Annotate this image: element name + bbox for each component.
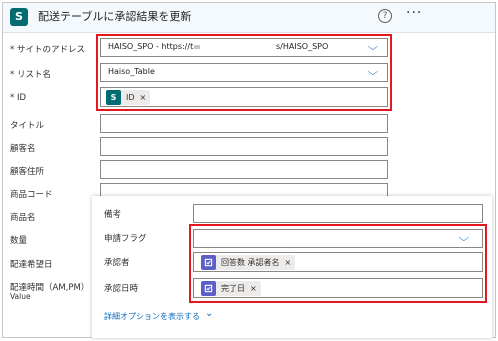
delivery-time-sub-label: Value [10,292,31,301]
action-title: 配送テーブルに承認結果を更新 [38,10,192,23]
remarks-label: 備考 [104,210,122,220]
site-address-label: * サイトのアドレス [10,45,85,55]
list-name-label: * リスト名 [10,70,51,80]
customer-name-label: 顧客名 [10,144,36,154]
approval-fields-highlight [189,224,487,303]
title-label: タイトル [10,121,45,131]
help-icon[interactable]: ? [378,9,392,23]
customer-address-input[interactable] [100,160,388,179]
sharepoint-icon: S [10,8,28,26]
more-options-icon[interactable]: ··· [406,5,422,21]
delivery-date-label: 配達希望日 [10,260,53,270]
approval-date-label: 承認日時 [104,284,139,294]
customer-name-input[interactable] [100,137,388,156]
request-flag-label: 申請フラグ [104,234,147,244]
customer-address-label: 顧客住所 [10,167,45,177]
approver-label: 承認者 [104,258,130,268]
product-code-label: 商品コード [10,190,53,200]
quantity-label: 数量 [10,236,28,246]
show-advanced-options-link[interactable]: 詳細オプションを表示する [104,311,200,322]
required-fields-highlight [96,34,392,111]
id-label: * ID [10,93,27,103]
title-input[interactable] [100,114,388,133]
product-name-label: 商品名 [10,213,36,223]
chevron-down-icon[interactable]: ⌄ [205,308,213,319]
remarks-input[interactable] [193,204,483,223]
